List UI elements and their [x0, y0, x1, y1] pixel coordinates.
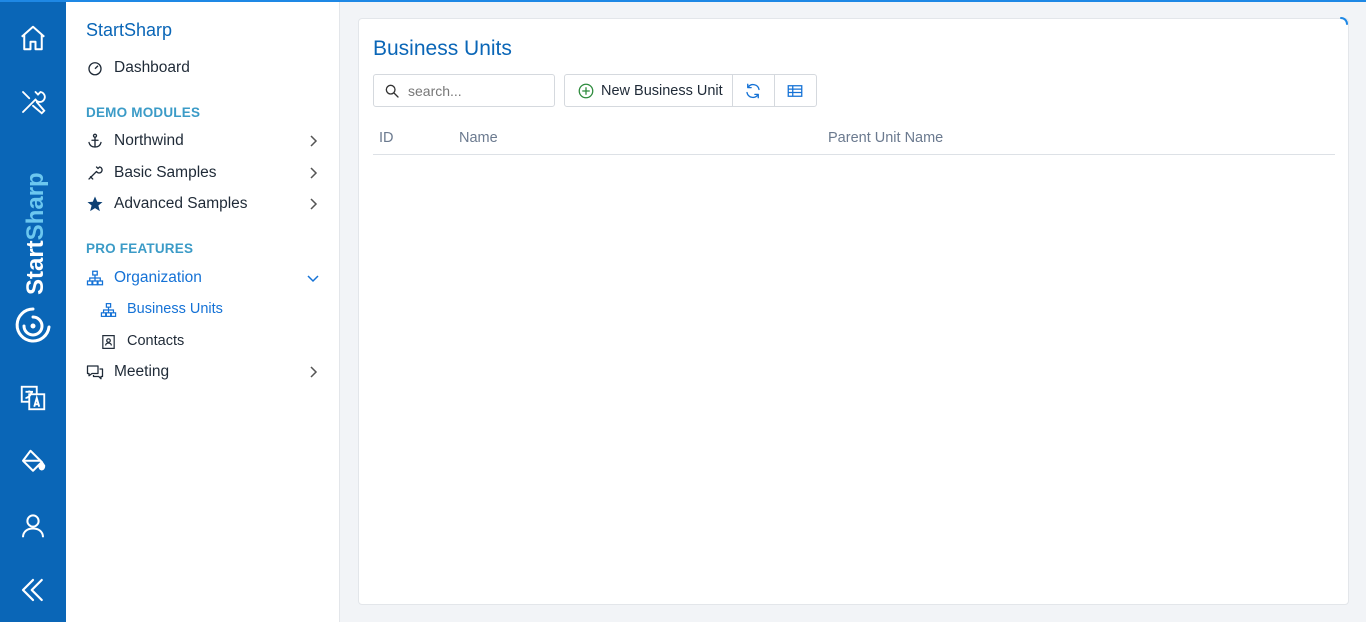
column-header-parent-unit-name[interactable]: Parent Unit Name	[828, 130, 943, 146]
loading-spinner-icon	[1340, 17, 1348, 25]
gauge-icon	[86, 59, 104, 77]
column-header-name[interactable]: Name	[459, 130, 498, 146]
chat-bubbles-icon	[86, 363, 104, 381]
org-chart-icon	[86, 269, 104, 287]
star-icon	[86, 195, 104, 213]
sidebar-item-label: Northwind	[114, 132, 184, 149]
search-box[interactable]	[373, 74, 555, 107]
sidebar-item-contacts[interactable]: Contacts	[100, 328, 346, 354]
refresh-button[interactable]	[731, 75, 774, 106]
sidebar-item-label: Contacts	[127, 333, 185, 349]
collapse-sidebar-icon[interactable]	[0, 570, 66, 610]
anchor-icon	[86, 132, 104, 150]
tools-icon	[86, 164, 104, 182]
sidebar-item-business-units[interactable]: Business Units	[100, 296, 346, 322]
translate-icon[interactable]	[0, 378, 66, 418]
sidebar-item-northwind[interactable]: Northwind	[86, 128, 332, 154]
sidebar-brand[interactable]: StartSharp	[86, 20, 172, 41]
column-picker-button[interactable]	[773, 75, 816, 106]
sidebar-item-dashboard[interactable]: Dashboard	[86, 55, 332, 81]
page-title: Business Units	[373, 37, 512, 60]
grid-header: ID Name Parent Unit Name	[373, 127, 1335, 155]
brand-logo	[13, 305, 53, 347]
user-icon[interactable]	[0, 506, 66, 546]
new-button-label: New Business Unit	[601, 82, 723, 99]
sidebar-item-label: Advanced Samples	[114, 195, 248, 212]
svg-text:StartSharp: StartSharp	[22, 172, 49, 295]
sidebar-item-label: Basic Samples	[114, 164, 217, 181]
sidebar-item-label: Business Units	[127, 301, 223, 317]
sidebar-item-label: Meeting	[114, 363, 170, 380]
search-input[interactable]	[408, 82, 548, 99]
chevron-right-icon	[310, 135, 318, 147]
section-header-pro: PRO FEATURES	[86, 241, 194, 256]
sidebar-item-label: Organization	[114, 269, 202, 286]
main-card: Business Units New Business Unit ID Name…	[358, 18, 1349, 605]
icon-rail: StartSharp	[0, 0, 66, 622]
top-progress-line	[0, 0, 1366, 2]
org-chart-icon	[100, 301, 117, 318]
column-header-id[interactable]: ID	[379, 130, 394, 146]
sidebar-item-organization[interactable]: Organization	[86, 265, 332, 291]
search-icon	[384, 83, 400, 99]
table-columns-icon	[787, 84, 803, 97]
sidebar-item-basic-samples[interactable]: Basic Samples	[86, 160, 332, 186]
sidebar-item-meeting[interactable]: Meeting	[86, 359, 332, 385]
chevron-right-icon	[310, 366, 318, 378]
plus-circle-icon	[577, 82, 595, 100]
new-business-unit-button[interactable]: New Business Unit	[565, 75, 732, 106]
refresh-icon	[746, 83, 760, 98]
sidebar: StartSharp Dashboard DEMO MODULES Northw…	[66, 2, 340, 622]
brand-wordmark-vertical: StartSharp	[13, 140, 53, 300]
paint-bucket-icon[interactable]	[0, 442, 66, 482]
section-header-demo: DEMO MODULES	[86, 105, 201, 120]
chevron-right-icon	[310, 198, 318, 210]
home-icon[interactable]	[0, 18, 66, 58]
sidebar-item-label: Dashboard	[114, 59, 190, 76]
toolbar: New Business Unit	[564, 74, 817, 107]
contact-card-icon	[100, 333, 117, 350]
chevron-right-icon	[310, 167, 318, 179]
tools-icon[interactable]	[0, 82, 66, 122]
chevron-down-icon	[307, 275, 319, 283]
sidebar-item-advanced-samples[interactable]: Advanced Samples	[86, 191, 332, 217]
